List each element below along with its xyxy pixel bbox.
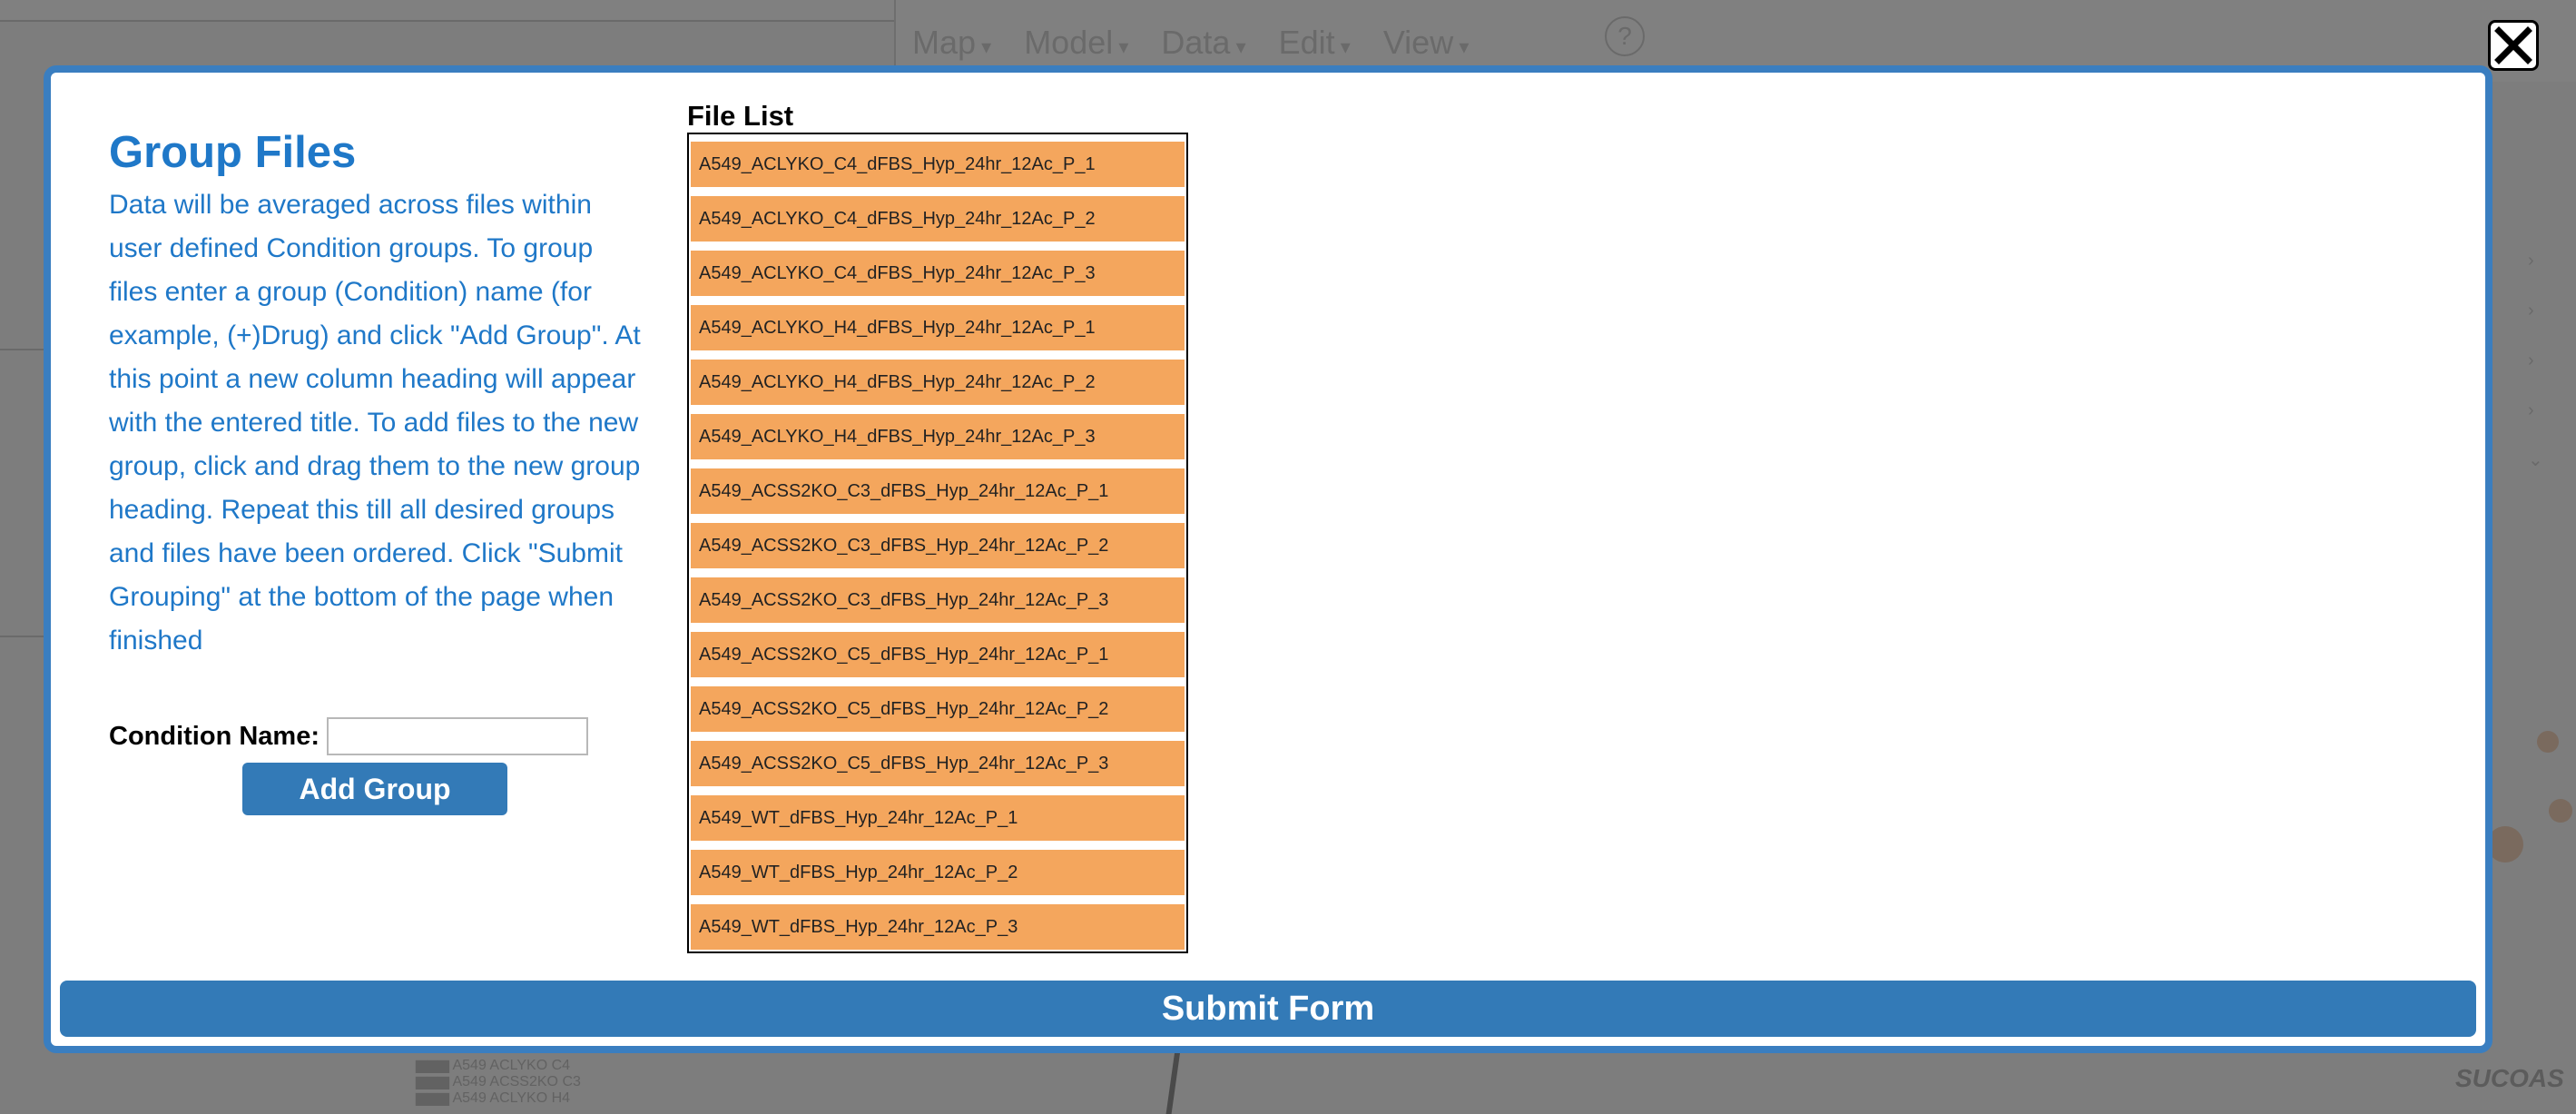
file-item[interactable]: A549_ACLYKO_H4_dFBS_Hyp_24hr_12Ac_P_1 (691, 305, 1185, 350)
background-menu: Map Model Data Edit View (912, 24, 1469, 62)
menu-data: Data (1161, 24, 1245, 62)
file-item[interactable]: A549_ACLYKO_H4_dFBS_Hyp_24hr_12Ac_P_2 (691, 360, 1185, 405)
close-button[interactable] (2488, 20, 2539, 71)
background-edge (1165, 1044, 1182, 1114)
group-files-modal: Group Files Data will be averaged across… (44, 65, 2492, 1053)
file-item[interactable]: A549_ACLYKO_H4_dFBS_Hyp_24hr_12Ac_P_3 (691, 414, 1185, 459)
legend-line: ▆▆▆ A549 ACLYKO C4 (416, 1058, 571, 1073)
file-item[interactable]: A549_ACSS2KO_C3_dFBS_Hyp_24hr_12Ac_P_1 (691, 468, 1185, 514)
close-icon (2494, 26, 2532, 64)
menu-edit: Edit (1279, 24, 1351, 62)
file-item[interactable]: A549_ACSS2KO_C3_dFBS_Hyp_24hr_12Ac_P_2 (691, 523, 1185, 568)
file-list[interactable]: A549_ACLYKO_C4_dFBS_Hyp_24hr_12Ac_P_1 A5… (687, 133, 1188, 953)
file-item[interactable]: A549_WT_dFBS_Hyp_24hr_12Ac_P_1 (691, 795, 1185, 841)
modal-title: Group Files (109, 128, 357, 177)
file-item[interactable]: A549_ACSS2KO_C3_dFBS_Hyp_24hr_12Ac_P_3 (691, 577, 1185, 623)
background-node (2487, 826, 2523, 863)
file-item[interactable]: A549_WT_dFBS_Hyp_24hr_12Ac_P_2 (691, 850, 1185, 895)
background-node (2549, 799, 2572, 823)
legend-line: ▆▆▆ A549 ACSS2KO C3 (416, 1074, 581, 1089)
background-node (2537, 731, 2559, 753)
file-item[interactable]: A549_WT_dFBS_Hyp_24hr_12Ac_P_3 (691, 904, 1185, 950)
instructions-panel: Group Files Data will be averaged across… (109, 125, 654, 663)
menu-view: View (1383, 24, 1470, 62)
file-list-title: File List (687, 100, 794, 132)
submit-form-button[interactable]: Submit Form (60, 981, 2476, 1037)
menu-map: Map (912, 24, 991, 62)
instructions-text: Data will be averaged across files withi… (109, 190, 641, 656)
background-divider (0, 636, 44, 637)
background-legend: ▆▆▆ A549 ACLYKO C4 ▆▆▆ A549 ACSS2KO C3 ▆… (416, 1058, 581, 1107)
add-group-button[interactable]: Add Group (242, 763, 507, 815)
file-item[interactable]: A549_ACLYKO_C4_dFBS_Hyp_24hr_12Ac_P_3 (691, 251, 1185, 296)
menu-model: Model (1024, 24, 1128, 62)
help-icon: ? (1605, 16, 1645, 56)
condition-name-row: Condition Name: (109, 717, 588, 755)
file-item[interactable]: A549_ACLYKO_C4_dFBS_Hyp_24hr_12Ac_P_1 (691, 142, 1185, 187)
file-item[interactable]: A549_ACLYKO_C4_dFBS_Hyp_24hr_12Ac_P_2 (691, 196, 1185, 242)
file-item[interactable]: A549_ACSS2KO_C5_dFBS_Hyp_24hr_12Ac_P_1 (691, 632, 1185, 677)
condition-name-input[interactable] (327, 717, 588, 755)
file-item[interactable]: A549_ACSS2KO_C5_dFBS_Hyp_24hr_12Ac_P_3 (691, 741, 1185, 786)
file-item[interactable]: A549_ACSS2KO_C5_dFBS_Hyp_24hr_12Ac_P_2 (691, 686, 1185, 732)
background-divider (0, 349, 44, 350)
background-node-label: SUCOAS (2455, 1064, 2564, 1092)
background-chevrons-icon: › › › › ⌄ (2528, 251, 2543, 470)
condition-name-label: Condition Name: (109, 721, 320, 751)
legend-line: ▆▆▆ A549 ACLYKO H4 (416, 1090, 571, 1106)
